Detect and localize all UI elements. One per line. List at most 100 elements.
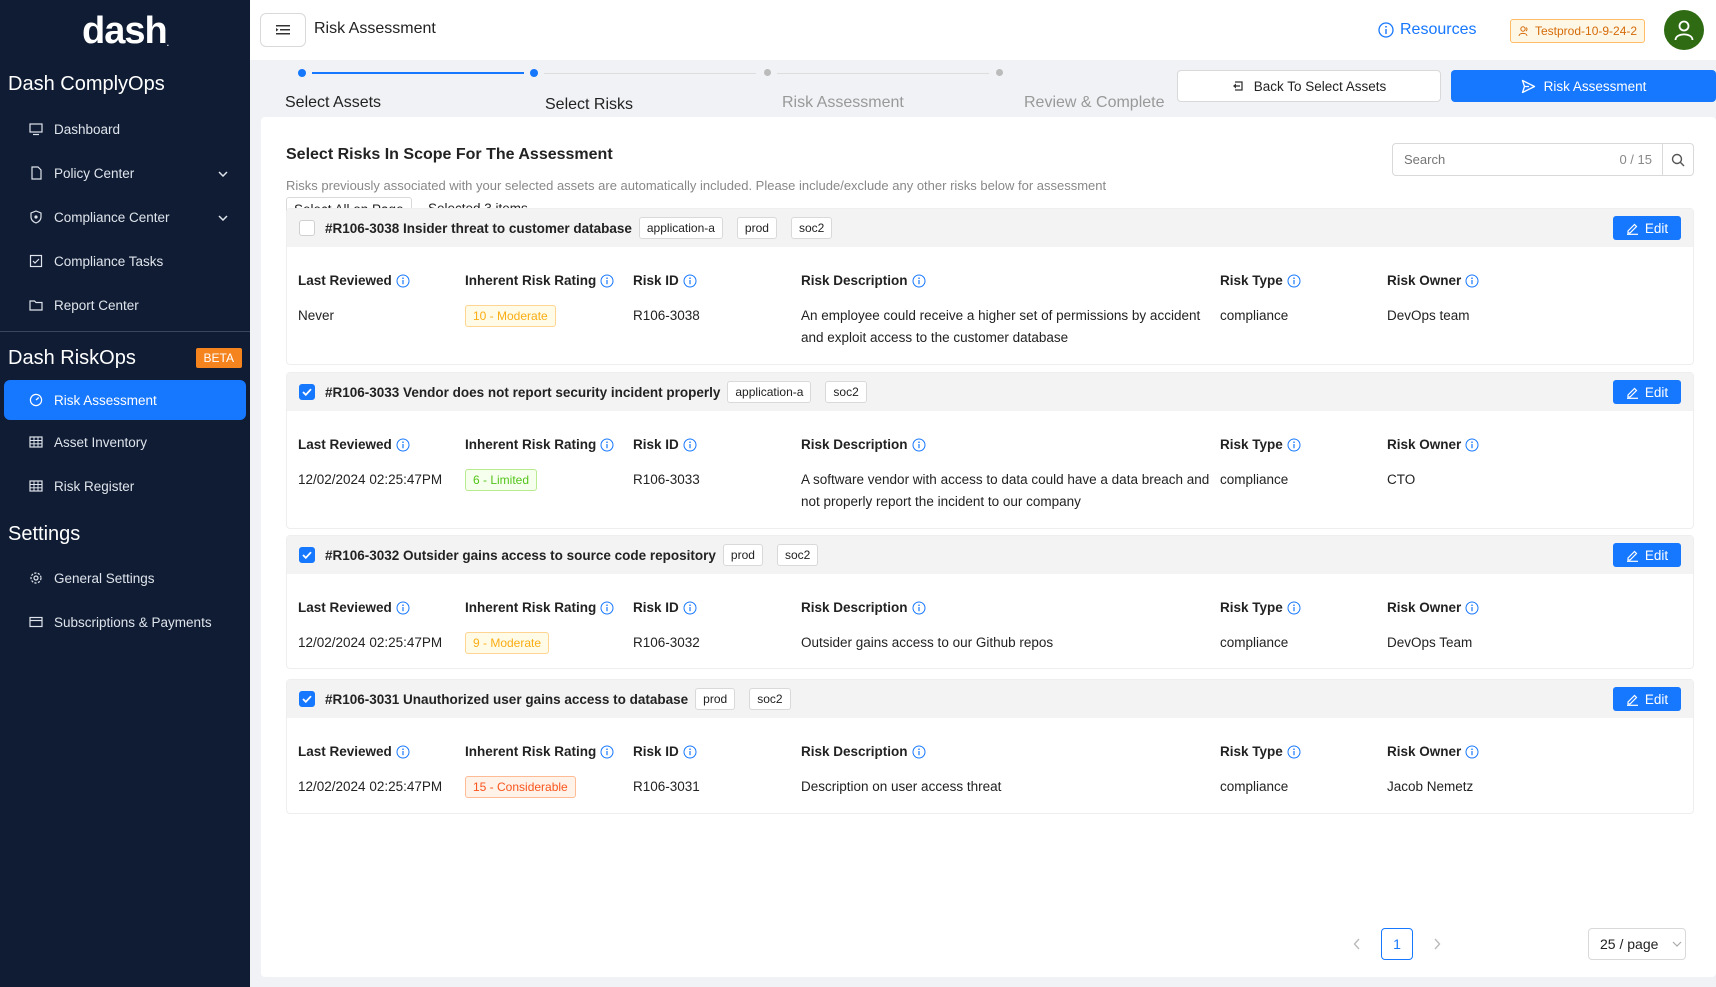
sidebar-item-compliance-center[interactable]: Compliance Center bbox=[0, 195, 250, 239]
edit-risk-button[interactable]: Edit bbox=[1613, 216, 1681, 240]
info-circle-icon[interactable] bbox=[683, 274, 697, 288]
risk-select-checkbox[interactable] bbox=[299, 547, 315, 563]
inherent-risk-rating-header: Inherent Risk Rating bbox=[465, 273, 614, 288]
next-page-button[interactable] bbox=[1421, 928, 1453, 960]
header-title: Risk Assessment bbox=[314, 20, 436, 37]
chevron-right-icon bbox=[1434, 938, 1441, 950]
risk-card-header: #R106-3031 Unauthorized user gains acces… bbox=[287, 680, 1693, 718]
risk-owner-value: DevOps team bbox=[1387, 308, 1470, 323]
document-icon bbox=[28, 165, 44, 181]
dash-logo[interactable]: dash. bbox=[0, 0, 250, 62]
risk-tag: prod bbox=[695, 688, 736, 710]
resources-link[interactable]: Resources bbox=[1378, 21, 1476, 39]
search-input[interactable] bbox=[1393, 152, 1620, 167]
folder-icon bbox=[28, 297, 44, 313]
risk-description-value: A software vendor with access to data co… bbox=[801, 472, 1210, 509]
info-circle-icon[interactable] bbox=[912, 274, 926, 288]
info-circle-icon[interactable] bbox=[1465, 601, 1479, 615]
risk-tag: application-a bbox=[638, 217, 723, 239]
edit-risk-button[interactable]: Edit bbox=[1613, 543, 1681, 567]
last-reviewed-column: Last Reviewed bbox=[298, 600, 410, 615]
sidebar-item-risk-register[interactable]: Risk Register bbox=[0, 464, 250, 508]
step-select-assets[interactable]: Select Assets bbox=[285, 94, 381, 112]
info-circle-icon[interactable] bbox=[396, 438, 410, 452]
info-circle-icon[interactable] bbox=[1465, 274, 1479, 288]
info-circle-icon[interactable] bbox=[912, 601, 926, 615]
sidebar-item-compliance-tasks[interactable]: Compliance Tasks bbox=[0, 239, 250, 283]
info-circle-icon[interactable] bbox=[600, 601, 614, 615]
user-avatar[interactable] bbox=[1664, 10, 1704, 50]
settings-section-title: Settings bbox=[8, 522, 81, 545]
risk-tag: soc2 bbox=[776, 544, 819, 566]
info-circle-icon[interactable] bbox=[1287, 601, 1301, 615]
risk-id-column: Risk ID bbox=[633, 744, 697, 759]
risk-id-value: R106-3032 bbox=[633, 635, 700, 650]
risk-select-checkbox[interactable] bbox=[299, 384, 315, 400]
info-circle-icon[interactable] bbox=[600, 745, 614, 759]
sidebar-item-general-settings[interactable]: General Settings bbox=[0, 556, 250, 600]
info-circle-icon[interactable] bbox=[1287, 438, 1301, 452]
page-size-select[interactable]: 25 / page bbox=[1588, 928, 1686, 960]
prev-page-button[interactable] bbox=[1341, 928, 1373, 960]
info-circle-icon[interactable] bbox=[600, 438, 614, 452]
risk-select-checkbox[interactable] bbox=[299, 691, 315, 707]
risk-assessment-next-button[interactable]: Risk Assessment bbox=[1451, 70, 1716, 102]
risk-description-header: Risk Description bbox=[801, 600, 926, 615]
sidebar-item-report-center[interactable]: Report Center bbox=[0, 283, 250, 327]
info-circle-icon[interactable] bbox=[912, 438, 926, 452]
info-circle-icon[interactable] bbox=[912, 745, 926, 759]
info-circle-icon[interactable] bbox=[683, 438, 697, 452]
risk-id-value: R106-3033 bbox=[633, 472, 700, 487]
chevron-down-icon bbox=[1672, 941, 1682, 947]
edit-risk-button[interactable]: Edit bbox=[1613, 380, 1681, 404]
info-circle-icon[interactable] bbox=[683, 601, 697, 615]
edit-icon bbox=[1626, 223, 1638, 235]
risk-description-column: Risk Description bbox=[801, 744, 926, 759]
risk-title: #R106-3031 Unauthorized user gains acces… bbox=[325, 691, 689, 707]
info-circle-icon[interactable] bbox=[1465, 745, 1479, 759]
info-circle-icon[interactable] bbox=[396, 745, 410, 759]
rollback-icon bbox=[1232, 81, 1243, 91]
riskops-section-title: Dash RiskOps BETA bbox=[0, 336, 250, 380]
sidebar-item-asset-inventory[interactable]: Asset Inventory bbox=[0, 420, 250, 464]
step-review-complete[interactable]: Review & Complete bbox=[1024, 94, 1165, 112]
risk-type-header: Risk Type bbox=[1220, 600, 1301, 615]
page-1-button[interactable]: 1 bbox=[1381, 928, 1413, 960]
risk-description-value: Description on user access threat bbox=[801, 779, 1002, 794]
sidebar-item-dashboard[interactable]: Dashboard bbox=[0, 107, 250, 151]
risk-id-column: Risk ID bbox=[633, 273, 697, 288]
risk-select-checkbox[interactable] bbox=[299, 220, 315, 236]
info-circle-icon[interactable] bbox=[396, 601, 410, 615]
info-circle-icon[interactable] bbox=[600, 274, 614, 288]
sidebar-item-risk-assessment[interactable]: Risk Assessment bbox=[4, 380, 246, 420]
info-circle-icon[interactable] bbox=[1287, 745, 1301, 759]
menu-toggle-button[interactable] bbox=[260, 13, 306, 47]
risk-id-header: Risk ID bbox=[633, 273, 697, 288]
info-circle-icon[interactable] bbox=[1287, 274, 1301, 288]
step-select-risks[interactable]: Select Risks bbox=[545, 96, 633, 114]
sidebar-item-subscriptions-payments[interactable]: Subscriptions & Payments bbox=[0, 600, 250, 644]
info-circle-icon bbox=[1378, 22, 1394, 38]
step-dot-1 bbox=[298, 69, 306, 77]
environment-badge[interactable]: Testprod-10-9-24-2 bbox=[1510, 19, 1646, 43]
risk-id-value: R106-3031 bbox=[633, 779, 700, 794]
top-header: Risk Assessment Resources Testprod-10-9-… bbox=[250, 0, 1716, 60]
info-circle-icon[interactable] bbox=[396, 274, 410, 288]
risk-id-header: Risk ID bbox=[633, 744, 697, 759]
credit-card-icon bbox=[28, 614, 44, 630]
check-icon bbox=[302, 388, 312, 396]
sidebar-item-label: Dashboard bbox=[54, 121, 121, 137]
info-circle-icon[interactable] bbox=[683, 745, 697, 759]
search-button[interactable] bbox=[1662, 144, 1693, 175]
step-risk-assessment[interactable]: Risk Assessment bbox=[782, 94, 904, 112]
chevron-left-icon bbox=[1353, 938, 1360, 950]
sidebar: dash. Dash ComplyOps Dashboard Policy Cen… bbox=[0, 0, 250, 987]
back-to-select-assets-button[interactable]: Back To Select Assets bbox=[1177, 70, 1441, 102]
user-icon bbox=[1674, 20, 1694, 41]
last-reviewed-header: Last Reviewed bbox=[298, 437, 410, 452]
sidebar-item-policy-center[interactable]: Policy Center bbox=[0, 151, 250, 195]
dashboard-icon bbox=[28, 392, 44, 408]
info-circle-icon[interactable] bbox=[1465, 438, 1479, 452]
edit-risk-button[interactable]: Edit bbox=[1613, 687, 1681, 711]
table-icon bbox=[28, 478, 44, 494]
